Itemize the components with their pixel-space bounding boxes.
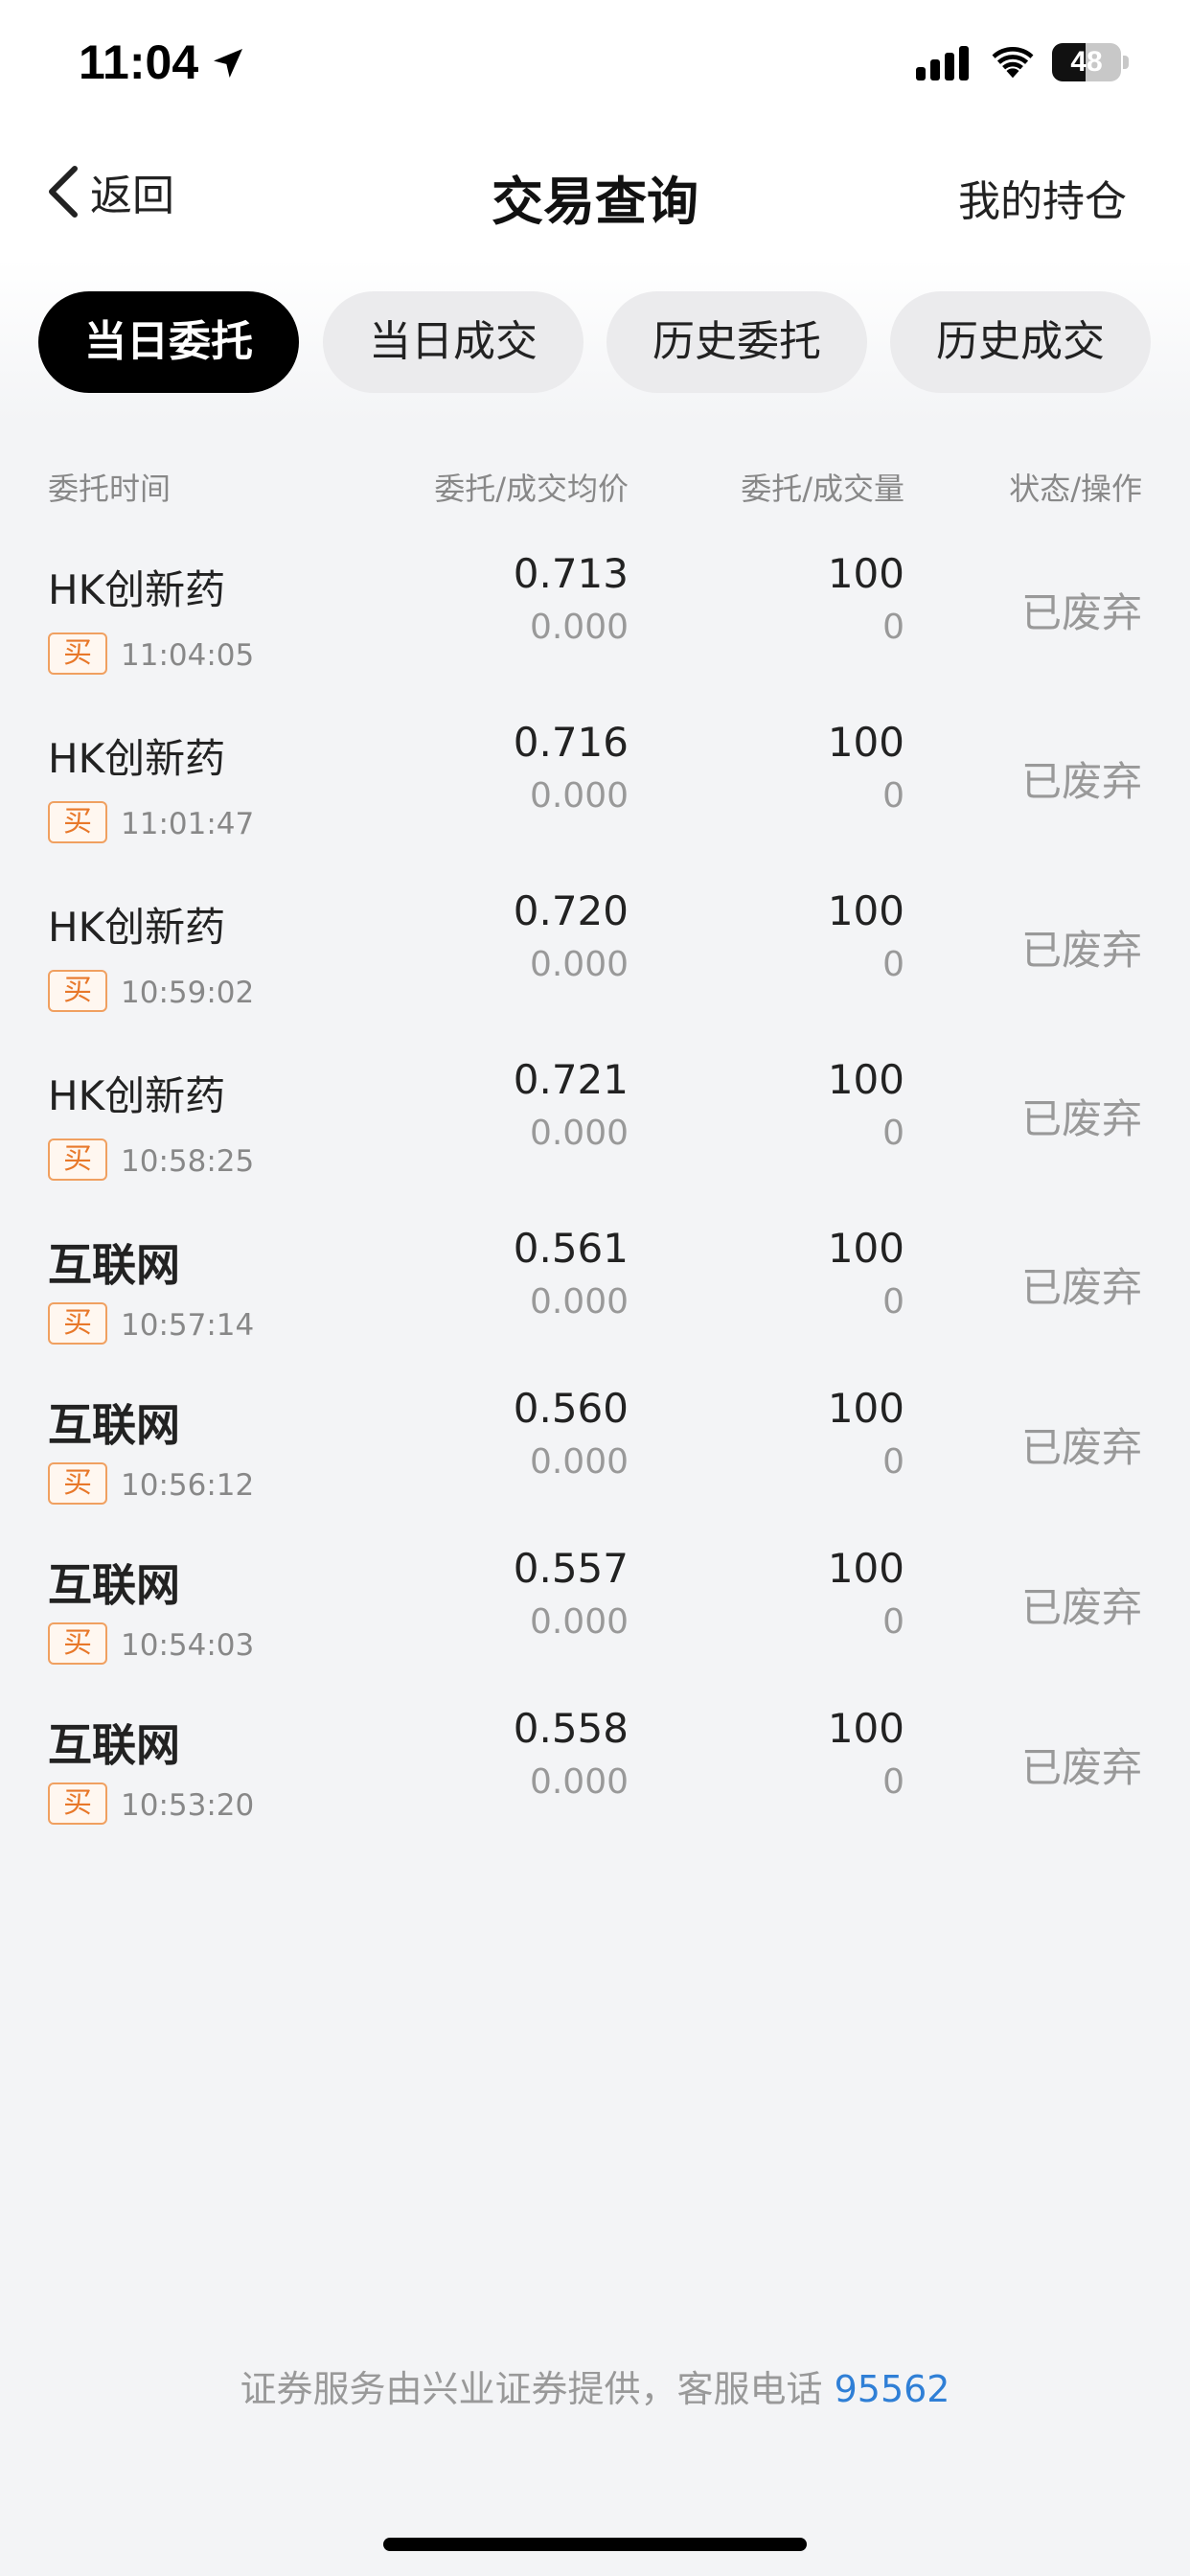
order-qty: 100: [827, 1056, 904, 1103]
order-row[interactable]: 互联网 买 10:54:03 0.557 0.000 100 0 已废弃: [0, 1531, 1190, 1691]
order-row[interactable]: HK创新药 买 10:58:25 0.721 0.000 100 0 已废弃: [0, 1043, 1190, 1211]
tab-today-orders[interactable]: 当日委托: [38, 291, 299, 393]
location-arrow-icon: [214, 49, 242, 78]
order-qty: 100: [827, 1225, 904, 1272]
order-price: 0.558: [513, 1705, 629, 1752]
tab-history-orders[interactable]: 历史委托: [606, 291, 867, 393]
avg-fill-price: 0.000: [529, 776, 629, 816]
order-row[interactable]: 互联网 买 10:53:20 0.558 0.000 100 0 已废弃: [0, 1691, 1190, 1852]
order-price: 0.720: [513, 887, 629, 934]
fund-name: HK创新药: [48, 1072, 226, 1119]
order-status: 已废弃: [1020, 1264, 1142, 1311]
fund-name: 互联网: [48, 1239, 180, 1291]
order-status: 已废弃: [1020, 1584, 1142, 1631]
buy-badge: 买: [48, 1462, 107, 1505]
filled-qty: 0: [882, 776, 904, 816]
order-time: 10:54:03: [121, 1628, 255, 1663]
buy-badge: 买: [48, 1302, 107, 1345]
fund-name: HK创新药: [48, 566, 226, 613]
order-price: 0.716: [513, 719, 629, 766]
buy-badge: 买: [48, 801, 107, 843]
order-qty: 100: [827, 550, 904, 597]
chevron-left-icon: [49, 166, 78, 218]
order-price: 0.560: [513, 1385, 629, 1432]
service-phone-link[interactable]: 95562: [835, 2368, 950, 2410]
order-status: 已废弃: [1020, 927, 1142, 974]
order-price: 0.557: [513, 1545, 629, 1592]
order-price: 0.561: [513, 1225, 629, 1272]
order-status: 已废弃: [1020, 1744, 1142, 1791]
order-qty: 100: [827, 1545, 904, 1592]
buy-badge: 买: [48, 1138, 107, 1181]
order-row[interactable]: HK创新药 买 11:01:47 0.716 0.000 100 0 已废弃: [0, 705, 1190, 874]
header-time: 委托时间: [48, 471, 172, 507]
order-row[interactable]: HK创新药 买 10:59:02 0.720 0.000 100 0 已废弃: [0, 874, 1190, 1043]
avg-fill-price: 0.000: [529, 945, 629, 984]
status-bar: 11:04 48: [0, 0, 1190, 125]
order-time: 10:56:12: [121, 1468, 255, 1503]
order-time: 10:59:02: [121, 976, 255, 1010]
my-holdings-link[interactable]: 我的持仓: [958, 167, 1127, 228]
fund-name: HK创新药: [48, 735, 226, 782]
nav-bar: 返回 交易查询 我的持仓: [0, 125, 1190, 259]
order-row[interactable]: 互联网 买 10:57:14 0.561 0.000 100 0 已废弃: [0, 1211, 1190, 1371]
order-time: 11:04:05: [121, 638, 255, 673]
order-price: 0.721: [513, 1056, 629, 1103]
fund-name: 互联网: [48, 1399, 180, 1451]
order-time: 10:53:20: [121, 1788, 255, 1823]
wifi-icon: [992, 46, 1034, 79]
order-status: 已废弃: [1020, 589, 1142, 636]
order-list: HK创新药 买 11:04:05 0.713 0.000 100 0 已废弃 H…: [0, 537, 1190, 1852]
filled-qty: 0: [882, 1282, 904, 1322]
footer-note: 证券服务由兴业证券提供，客服电话 95562: [0, 2359, 1190, 2412]
header-qty: 委托/成交量: [741, 471, 904, 507]
battery-percent: 48: [1070, 46, 1103, 78]
order-time: 10:58:25: [121, 1144, 255, 1179]
order-status: 已废弃: [1020, 1424, 1142, 1471]
order-status: 已废弃: [1020, 758, 1142, 805]
footer-text: 证券服务由兴业证券提供，客服电话: [240, 2368, 835, 2410]
filled-qty: 0: [882, 945, 904, 984]
header-price: 委托/成交均价: [434, 471, 629, 507]
filled-qty: 0: [882, 608, 904, 647]
fund-name: HK创新药: [48, 904, 226, 951]
filled-qty: 0: [882, 1602, 904, 1642]
status-time: 11:04: [79, 35, 199, 89]
order-qty: 100: [827, 719, 904, 766]
avg-fill-price: 0.000: [529, 1602, 629, 1642]
buy-badge: 买: [48, 1782, 107, 1825]
order-qty: 100: [827, 887, 904, 934]
order-status: 已废弃: [1020, 1095, 1142, 1142]
avg-fill-price: 0.000: [529, 1114, 629, 1153]
header-status: 状态/操作: [1009, 471, 1142, 507]
back-button[interactable]: 返回: [46, 161, 174, 222]
avg-fill-price: 0.000: [529, 1442, 629, 1482]
avg-fill-price: 0.000: [529, 608, 629, 647]
avg-fill-price: 0.000: [529, 1762, 629, 1802]
avg-fill-price: 0.000: [529, 1282, 629, 1322]
fund-name: 互联网: [48, 1719, 180, 1771]
order-price: 0.713: [513, 550, 629, 597]
table-header: 委托时间 委托/成交均价 委托/成交量 状态/操作: [0, 465, 1190, 522]
filled-qty: 0: [882, 1762, 904, 1802]
order-time: 11:01:47: [121, 807, 255, 841]
battery-icon: 48: [1052, 43, 1129, 81]
fund-name: 互联网: [48, 1559, 180, 1611]
buy-badge: 买: [48, 1622, 107, 1665]
order-qty: 100: [827, 1705, 904, 1752]
tab-bar: 当日委托 当日成交 历史委托 历史成交: [0, 259, 1190, 422]
filled-qty: 0: [882, 1442, 904, 1482]
order-row[interactable]: HK创新药 买 11:04:05 0.713 0.000 100 0 已废弃: [0, 537, 1190, 705]
order-qty: 100: [827, 1385, 904, 1432]
home-indicator[interactable]: [383, 2538, 807, 2551]
buy-badge: 买: [48, 970, 107, 1012]
order-row[interactable]: 互联网 买 10:56:12 0.560 0.000 100 0 已废弃: [0, 1371, 1190, 1531]
tab-today-trades[interactable]: 当日成交: [323, 291, 584, 393]
buy-badge: 买: [48, 632, 107, 675]
cellular-signal-icon: [916, 46, 969, 80]
order-time: 10:57:14: [121, 1308, 255, 1343]
tab-history-trades[interactable]: 历史成交: [890, 291, 1151, 393]
filled-qty: 0: [882, 1114, 904, 1153]
back-label: 返回: [90, 172, 174, 220]
